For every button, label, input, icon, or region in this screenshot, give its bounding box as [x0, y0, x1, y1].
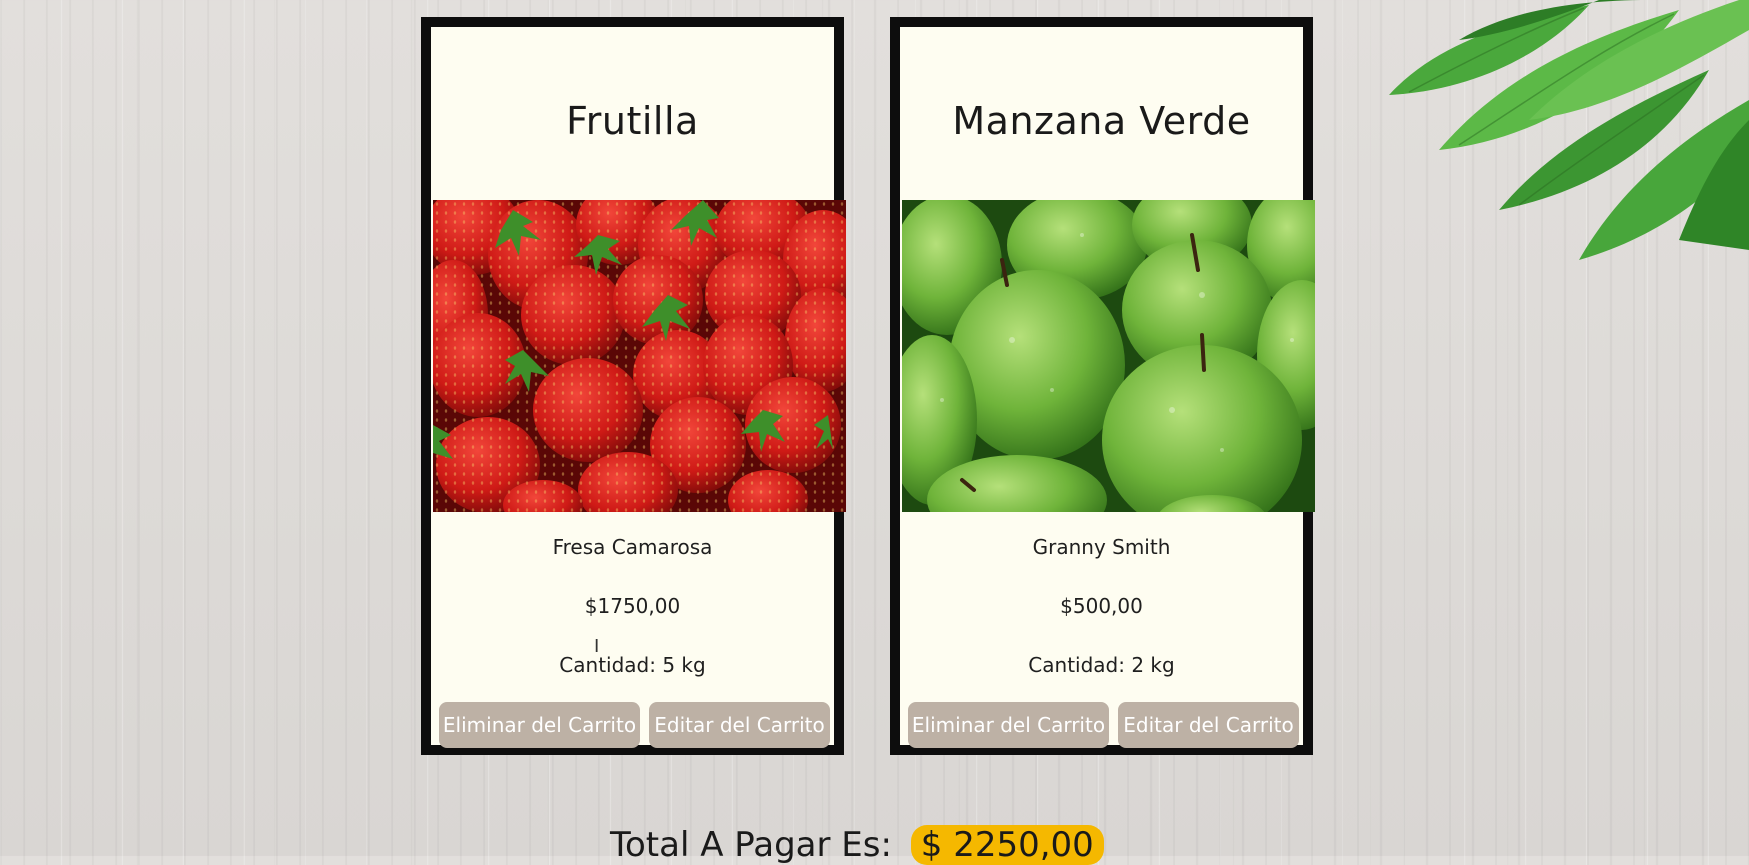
product-variety: Fresa Camarosa — [552, 535, 713, 559]
strawberries-image — [433, 200, 846, 512]
remove-from-cart-button[interactable]: Eliminar del Carrito — [908, 702, 1109, 748]
product-quantity: Cantidad: 5 kg — [559, 653, 706, 677]
text-cursor-icon: I — [594, 636, 600, 657]
edit-cart-button[interactable]: Editar del Carrito — [1118, 702, 1299, 748]
product-variety: Granny Smith — [1032, 535, 1171, 559]
total-label: Total A Pagar Es: — [610, 825, 892, 865]
green-apples-image — [902, 200, 1315, 512]
product-card-strawberry: Frutilla Fresa Camarosa $1750,00 Cantida… — [421, 17, 846, 755]
product-price: $500,00 — [1060, 594, 1143, 618]
edit-cart-button[interactable]: Editar del Carrito — [649, 702, 830, 748]
leaves-decoration — [1389, 0, 1749, 260]
total-amount: $ 2250,00 — [910, 825, 1104, 865]
product-quantity: Cantidad: 2 kg — [1028, 653, 1175, 677]
product-card-green-apple: Manzana Verde Granny Smith $500,00 Canti… — [890, 17, 1315, 755]
product-title: Manzana Verde — [952, 99, 1251, 143]
product-title: Frutilla — [566, 99, 699, 143]
product-price: $1750,00 — [584, 594, 681, 618]
remove-from-cart-button[interactable]: Eliminar del Carrito — [439, 702, 640, 748]
total-summary: Total A Pagar Es: $ 2250,00 — [610, 825, 1104, 865]
